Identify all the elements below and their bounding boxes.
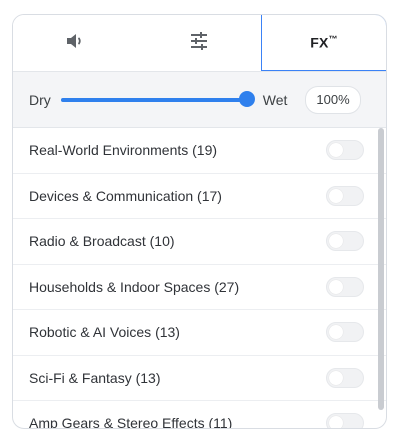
mix-value-display: 100%	[305, 85, 361, 114]
toggle-knob	[329, 325, 343, 340]
effect-category-label: Robotic & AI Voices (13)	[29, 324, 180, 341]
effect-category-label: Households & Indoor Spaces (27)	[29, 278, 240, 295]
list-item[interactable]: Robotic & AI Voices (13)	[13, 310, 386, 356]
tab-volume[interactable]	[13, 15, 137, 71]
effect-toggle[interactable]	[326, 185, 364, 206]
effect-category-label: Sci-Fi & Fantasy (13)	[29, 369, 161, 386]
effect-toggle[interactable]	[326, 140, 364, 161]
effect-category-label: Amp Gears & Stereo Effects (11)	[29, 415, 233, 429]
list-item[interactable]: Real-World Environments (19)	[13, 128, 386, 174]
effect-toggle[interactable]	[326, 322, 364, 343]
toggle-knob	[329, 279, 343, 294]
sliders-icon	[189, 31, 209, 55]
toggle-knob	[329, 234, 343, 249]
dry-wet-slider[interactable]	[60, 91, 254, 108]
toggle-knob	[329, 416, 343, 428]
effect-category-label: Radio & Broadcast (10)	[29, 233, 175, 250]
speaker-icon	[65, 32, 85, 55]
slider-thumb[interactable]	[239, 91, 254, 106]
list-item[interactable]: Radio & Broadcast (10)	[13, 219, 386, 265]
scrollbar[interactable]	[378, 128, 384, 410]
wet-label: Wet	[262, 91, 288, 108]
effect-toggle[interactable]	[326, 413, 364, 428]
effect-category-label: Devices & Communication (17)	[29, 187, 222, 204]
effect-toggle[interactable]	[326, 231, 364, 252]
effect-category-label: Real-World Environments (19)	[29, 142, 218, 159]
effects-panel: FX™ Dry Wet 100% Real-World Environments…	[12, 14, 387, 429]
slider-fill	[60, 97, 247, 102]
tab-adjustments[interactable]	[137, 15, 261, 71]
toggle-knob	[329, 143, 343, 158]
list-item[interactable]: Devices & Communication (17)	[13, 174, 386, 219]
effect-toggle[interactable]	[326, 367, 364, 388]
dry-label: Dry	[29, 91, 51, 108]
list-item[interactable]: Sci-Fi & Fantasy (13)	[13, 356, 386, 401]
toggle-knob	[329, 370, 343, 385]
effect-toggle[interactable]	[326, 276, 364, 297]
tab-fx-label: FX™	[310, 34, 338, 51]
toggle-knob	[329, 188, 343, 203]
list-item[interactable]: Households & Indoor Spaces (27)	[13, 265, 386, 310]
tab-bar: FX™	[13, 15, 386, 72]
dry-wet-mix: Dry Wet 100%	[13, 72, 386, 128]
tab-fx[interactable]: FX™	[261, 15, 386, 71]
effects-list: Real-World Environments (19) Devices & Co…	[13, 128, 386, 429]
list-item[interactable]: Amp Gears & Stereo Effects (11)	[13, 401, 386, 429]
